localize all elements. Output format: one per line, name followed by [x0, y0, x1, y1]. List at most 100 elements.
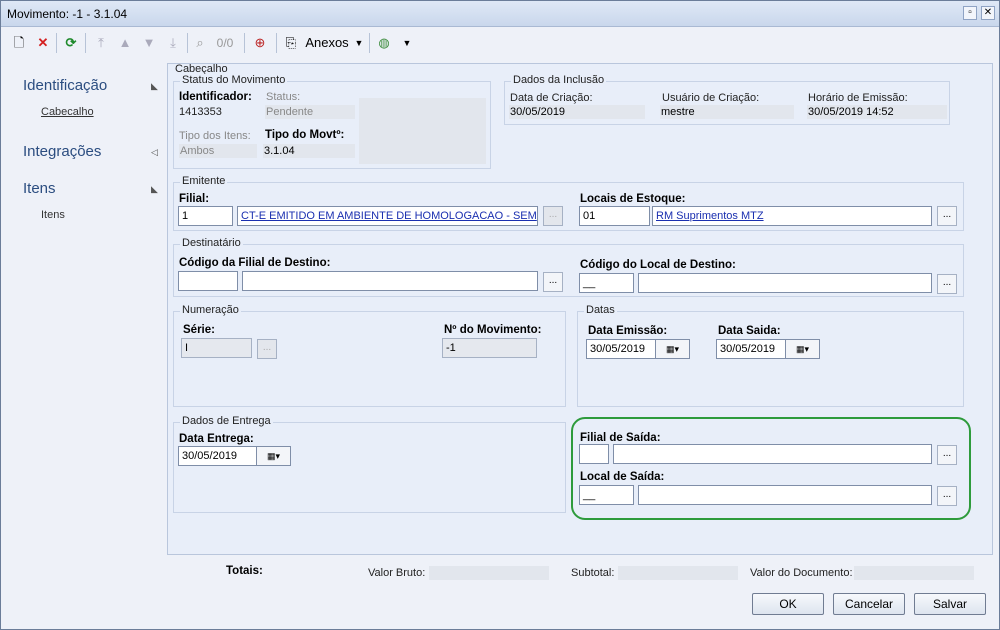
usuario-label: Usuário de Criação: [662, 92, 760, 104]
destinatario-legend: Destinatário [180, 237, 243, 249]
restore-button[interactable]: ▫ [963, 6, 977, 20]
status-label: Status: [266, 91, 301, 103]
tipo-itens-label: Tipo dos Itens: [179, 130, 251, 142]
filial-saida-label: Filial de Saída: [580, 432, 661, 444]
new-doc-icon[interactable]: 🗋 [11, 33, 27, 53]
tipo-itens-value: Ambos [179, 144, 257, 158]
toolbar: 🗋 ✕ ⟳ ⤒ ▲ ▼ ⤓ ⌕ 0/0 ⊕ ⎘ Anexos ▼ ◍ ▼ [1, 28, 999, 58]
filial-destino-code-input[interactable] [178, 271, 238, 291]
status-legend: Status do Movimento [180, 74, 288, 86]
saida-label: Data Saida: [718, 325, 781, 337]
filial-label: Filial: [179, 193, 210, 205]
entrega-calendar-icon[interactable]: ▦▾ [257, 446, 291, 466]
status-value: Pendente [265, 105, 355, 119]
serie-lookup-button: ... [257, 339, 277, 359]
prev-icon: ▲ [118, 35, 132, 50]
local-name-input[interactable]: RM Suprimentos MTZ [652, 206, 932, 226]
globe-icon[interactable]: ◍ [375, 33, 393, 53]
filial-destino-label: Código da Filial de Destino: [179, 257, 331, 269]
horario-label: Horário de Emissão: [808, 92, 908, 104]
emissao-label: Data Emissão: [588, 325, 668, 337]
filial-destino-lookup-button[interactable]: ... [543, 272, 563, 292]
datas-legend: Datas [584, 304, 617, 316]
numeracao-legend: Numeração [180, 304, 241, 316]
emissao-calendar-icon[interactable]: ▦▾ [656, 339, 690, 359]
ok-button[interactable]: OK [752, 593, 824, 615]
subtotal-value [618, 566, 738, 580]
filial-saida-name-input[interactable] [613, 444, 932, 464]
zoom-icon[interactable]: ⊕ [251, 33, 269, 53]
local-saida-label: Local de Saída: [580, 471, 665, 483]
status-color-box [359, 98, 486, 164]
nav-itens-sub[interactable]: Itens [41, 209, 65, 221]
cancel-button[interactable]: Cancelar [833, 593, 905, 615]
locais-label: Locais de Estoque: [580, 193, 686, 205]
local-saida-code-input[interactable]: __ [579, 485, 634, 505]
nmov-label: Nº do Movimento: [444, 324, 542, 336]
data-criacao-value: 30/05/2019 [509, 105, 645, 119]
local-destino-label: Código do Local de Destino: [580, 259, 736, 271]
data-criacao-label: Data de Criação: [510, 92, 593, 104]
valor-documento-value [854, 566, 974, 580]
attach-icon[interactable]: ⎘ [283, 33, 299, 53]
valor-documento-label: Valor do Documento: [750, 567, 853, 579]
collapse-icon[interactable]: ◣ [151, 184, 158, 195]
anexos-button[interactable]: Anexos [303, 33, 351, 53]
local-destino-lookup-button[interactable]: ... [937, 274, 957, 294]
movimento-window: Movimento: -1 - 3.1.04 ▫ ✕ 🗋 ✕ ⟳ ⤒ ▲ ▼ ⤓… [0, 0, 1000, 630]
subtotal-label: Subtotal: [571, 567, 615, 579]
valor-bruto-value [429, 566, 549, 580]
local-destino-name-input[interactable] [638, 273, 932, 293]
saida-date-input[interactable]: 30/05/2019 [716, 339, 786, 359]
local-destino-code-input[interactable]: __ [579, 273, 634, 293]
usuario-value: mestre [660, 105, 794, 119]
save-button[interactable]: Salvar [914, 593, 986, 615]
nav-identificacao[interactable]: Identificação [23, 77, 107, 94]
globe-dropdown-icon[interactable]: ▼ [401, 33, 413, 53]
binoculars-icon: ⌕ [196, 35, 204, 50]
title-bar: Movimento: -1 - 3.1.04 ▫ ✕ [1, 1, 999, 27]
entrega-date-input[interactable]: 30/05/2019 [178, 446, 257, 466]
nav-cabecalho[interactable]: Cabecalho [41, 106, 94, 118]
close-button[interactable]: ✕ [981, 6, 995, 20]
saida-calendar-icon[interactable]: ▦▾ [786, 339, 820, 359]
anexos-dropdown-icon[interactable]: ▼ [353, 33, 365, 53]
tipo-movto-label: Tipo do Movtº: [265, 129, 345, 141]
serie-input: I [181, 338, 252, 358]
expand-icon[interactable]: ◁ [151, 147, 158, 158]
nav-count: 0/0 [216, 36, 234, 50]
local-saida-lookup-button[interactable]: ... [937, 486, 957, 506]
delete-icon[interactable]: ✕ [35, 33, 51, 53]
last-icon: ⤓ [170, 35, 176, 50]
side-navigation: Identificação ◣ Cabecalho Integrações ◁ … [1, 61, 166, 561]
totais-label: Totais: [226, 565, 263, 577]
local-saida-name-input[interactable] [638, 485, 932, 505]
inclusao-legend: Dados da Inclusão [511, 74, 607, 86]
nav-itens[interactable]: Itens [23, 180, 56, 197]
filial-saida-code-input[interactable] [579, 444, 609, 464]
filial-saida-lookup-button[interactable]: ... [937, 445, 957, 465]
window-title: Movimento: -1 - 3.1.04 [7, 7, 128, 21]
collapse-icon[interactable]: ◣ [151, 81, 158, 92]
emissao-date-input[interactable]: 30/05/2019 [586, 339, 656, 359]
filial-lookup-button: ... [543, 206, 563, 226]
identificador-label: Identificador: [179, 91, 252, 103]
next-icon: ▼ [142, 35, 156, 50]
filial-destino-name-input[interactable] [242, 271, 538, 291]
local-code-input[interactable]: 01 [579, 206, 650, 226]
nmov-input: -1 [442, 338, 537, 358]
filial-name-input[interactable]: CT-E EMITIDO EM AMBIENTE DE HOMOLOGACAO … [237, 206, 538, 226]
identificador-value: 1413353 [179, 106, 222, 118]
nav-integracoes[interactable]: Integrações [23, 143, 101, 160]
emitente-legend: Emitente [180, 175, 228, 187]
refresh-icon[interactable]: ⟳ [63, 33, 79, 53]
horario-value: 30/05/2019 14:52 [807, 105, 947, 119]
filial-code-input[interactable]: 1 [178, 206, 233, 226]
local-lookup-button[interactable]: ... [937, 206, 957, 226]
first-icon: ⤒ [98, 35, 104, 50]
entrega-legend: Dados de Entrega [180, 415, 273, 427]
entrega-label: Data Entrega: [179, 433, 254, 445]
serie-label: Série: [183, 324, 215, 336]
tipo-movto-value: 3.1.04 [263, 144, 355, 158]
valor-bruto-label: Valor Bruto: [368, 567, 426, 579]
